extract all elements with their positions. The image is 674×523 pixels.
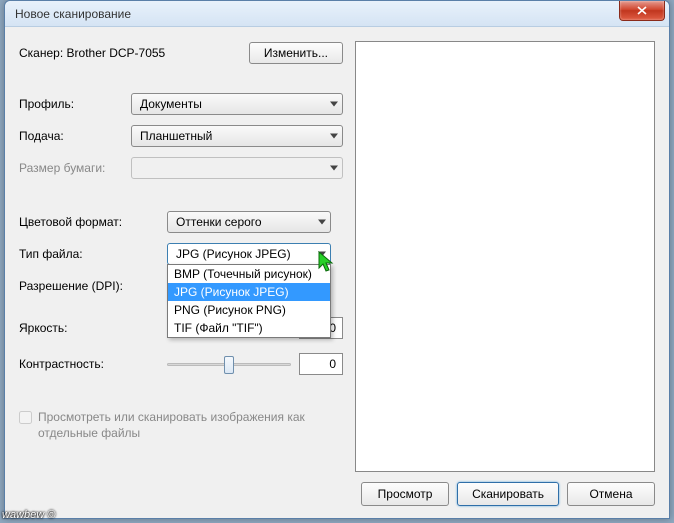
filetype-dropdown: BMP (Точечный рисунок) JPG (Рисунок JPEG… [167,264,331,338]
profile-row: Профиль: Документы [19,93,343,115]
chevron-down-icon [318,220,326,225]
colorformat-value: Оттенки серого [176,215,262,229]
preview-button[interactable]: Просмотр [361,482,449,506]
left-pane: Сканер: Brother DCP-7055 Изменить... Про… [19,41,343,506]
chevron-down-icon [330,134,338,139]
window-title: Новое сканирование [15,7,131,21]
feed-label: Подача: [19,129,131,143]
filetype-row: Тип файла: JPG (Рисунок JPEG) BMP (Точеч… [19,243,343,265]
close-button[interactable] [619,1,665,21]
filetype-label: Тип файла: [19,247,167,261]
titlebar: Новое сканирование [5,1,669,27]
scanner-label: Сканер: Brother DCP-7055 [19,46,249,60]
scanner-row: Сканер: Brother DCP-7055 Изменить... [19,41,343,65]
dialog-window: Новое сканирование Сканер: Brother DCP-7… [4,0,670,519]
scan-button[interactable]: Сканировать [457,482,559,506]
feed-row: Подача: Планшетный [19,125,343,147]
dpi-label: Разрешение (DPI): [19,279,167,293]
filetype-option[interactable]: TIF (Файл "TIF") [168,319,330,337]
filetype-option[interactable]: PNG (Рисунок PNG) [168,301,330,319]
profile-value: Документы [140,97,202,111]
colorformat-combo[interactable]: Оттенки серого [167,211,331,233]
cancel-button[interactable]: Отмена [567,482,655,506]
colorformat-row: Цветовой формат: Оттенки серого [19,211,343,233]
chevron-down-icon [330,166,338,171]
change-scanner-button[interactable]: Изменить... [249,42,343,64]
profile-combo[interactable]: Документы [131,93,343,115]
colorformat-label: Цветовой формат: [19,215,167,229]
footer-buttons: Просмотр Сканировать Отмена [355,482,655,506]
papersize-label: Размер бумаги: [19,161,131,175]
separate-files-checkbox [19,411,32,424]
contrast-label: Контрастность: [19,357,167,371]
feed-value: Планшетный [140,129,212,143]
filetype-value: JPG (Рисунок JPEG) [176,247,291,261]
client-area: Сканер: Brother DCP-7055 Изменить... Про… [5,27,669,518]
profile-label: Профиль: [19,97,131,111]
separate-files-label: Просмотреть или сканировать изображения … [38,409,343,441]
right-pane: Просмотр Сканировать Отмена [355,41,655,506]
contrast-row: Контрастность: 0 [19,353,343,375]
papersize-row: Размер бумаги: [19,157,343,179]
papersize-combo [131,157,343,179]
close-icon [637,6,647,15]
contrast-value[interactable]: 0 [299,353,343,375]
filetype-combo[interactable]: JPG (Рисунок JPEG) [167,243,331,265]
slider-thumb[interactable] [224,356,234,374]
filetype-option[interactable]: JPG (Рисунок JPEG) [168,283,330,301]
filetype-option[interactable]: BMP (Точечный рисунок) [168,265,330,283]
watermark: wawbew © [2,509,55,521]
brightness-label: Яркость: [19,321,167,335]
chevron-down-icon [318,252,326,257]
preview-area [355,41,655,472]
feed-combo[interactable]: Планшетный [131,125,343,147]
chevron-down-icon [330,102,338,107]
separate-files-row: Просмотреть или сканировать изображения … [19,409,343,441]
contrast-slider[interactable] [167,354,291,374]
